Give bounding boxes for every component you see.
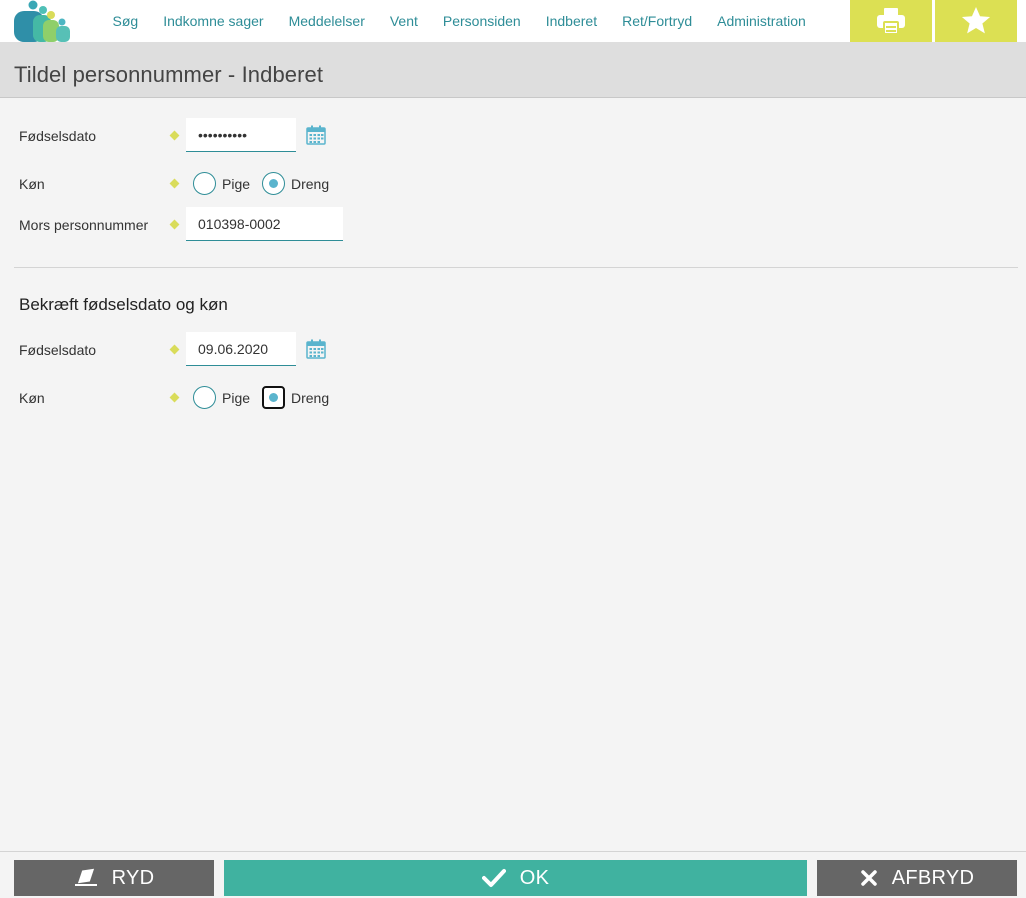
confirm-gender-radio-pige[interactable]	[193, 386, 216, 409]
birthdate-row: Fødselsdato	[0, 118, 1026, 154]
main-nav: Søg Indkomne sager Meddelelser Vent Pers…	[100, 0, 818, 42]
required-marker-icon	[169, 219, 180, 230]
gender-option-dreng-label[interactable]: Dreng	[291, 166, 329, 202]
confirm-birthdate-input[interactable]	[186, 332, 296, 366]
gender-label: Køn	[19, 176, 45, 192]
section-divider	[14, 267, 1018, 268]
mother-cpr-label: Mors personnummer	[19, 217, 149, 233]
action-bar: RYD OK AFBRYD	[0, 851, 1026, 898]
gender-row: Køn Pige Dreng	[0, 166, 1026, 202]
required-marker-icon	[169, 178, 180, 189]
birthdate-label: Fødselsdato	[19, 128, 97, 144]
confirm-birthdate-label: Fødselsdato	[19, 342, 97, 358]
nav-item-ret-fortryd[interactable]: Ret/Fortryd	[610, 0, 705, 42]
eraser-icon	[74, 868, 97, 886]
clear-button[interactable]: RYD	[14, 860, 214, 896]
confirm-section-title: Bekræft fødselsdato og køn	[19, 295, 228, 314]
cancel-button[interactable]: AFBRYD	[817, 860, 1017, 896]
clear-button-label: RYD	[111, 866, 155, 889]
family-logo-icon[interactable]	[14, 0, 70, 42]
required-marker-icon	[169, 392, 180, 403]
star-icon	[961, 7, 991, 34]
nav-item-indberet[interactable]: Indberet	[533, 0, 609, 42]
top-navigation-bar: Søg Indkomne sager Meddelelser Vent Pers…	[0, 0, 1026, 42]
mother-cpr-input[interactable]	[186, 207, 343, 241]
nav-item-administration[interactable]: Administration	[705, 0, 819, 42]
checkmark-icon	[481, 869, 506, 887]
nav-item-vent[interactable]: Vent	[377, 0, 430, 42]
gender-radio-pige[interactable]	[193, 172, 216, 195]
favorite-button[interactable]	[935, 0, 1017, 42]
nav-item-soeg[interactable]: Søg	[100, 0, 151, 42]
confirm-gender-label: Køn	[19, 390, 45, 406]
nav-item-meddelelser[interactable]: Meddelelser	[276, 0, 377, 42]
confirm-birthdate-row: Fødselsdato	[0, 332, 1026, 368]
page-title-bar: Tildel personnummer - Indberet	[0, 42, 1026, 98]
gender-radio-dreng[interactable]	[262, 172, 285, 195]
print-button[interactable]	[850, 0, 932, 42]
ok-button-label: OK	[519, 866, 550, 889]
required-marker-icon	[169, 130, 180, 141]
confirm-gender-option-pige-label[interactable]: Pige	[222, 380, 250, 416]
nav-item-indkomne-sager[interactable]: Indkomne sager	[151, 0, 276, 42]
mother-cpr-row: Mors personnummer	[0, 207, 1026, 243]
confirm-gender-row: Køn Pige Dreng	[0, 380, 1026, 416]
cancel-button-label: AFBRYD	[891, 866, 975, 889]
page-title: Tildel personnummer - Indberet	[14, 62, 324, 87]
calendar-icon[interactable]	[306, 339, 326, 359]
close-icon	[860, 870, 877, 886]
ok-button[interactable]: OK	[224, 860, 807, 896]
confirm-gender-radio-dreng[interactable]	[262, 386, 285, 409]
confirm-gender-option-dreng-label[interactable]: Dreng	[291, 380, 329, 416]
birthdate-input[interactable]	[186, 118, 296, 152]
required-marker-icon	[169, 344, 180, 355]
calendar-icon[interactable]	[306, 125, 326, 145]
gender-option-pige-label[interactable]: Pige	[222, 166, 250, 202]
printer-icon	[877, 8, 905, 35]
nav-item-personsiden[interactable]: Personsiden	[430, 0, 533, 42]
